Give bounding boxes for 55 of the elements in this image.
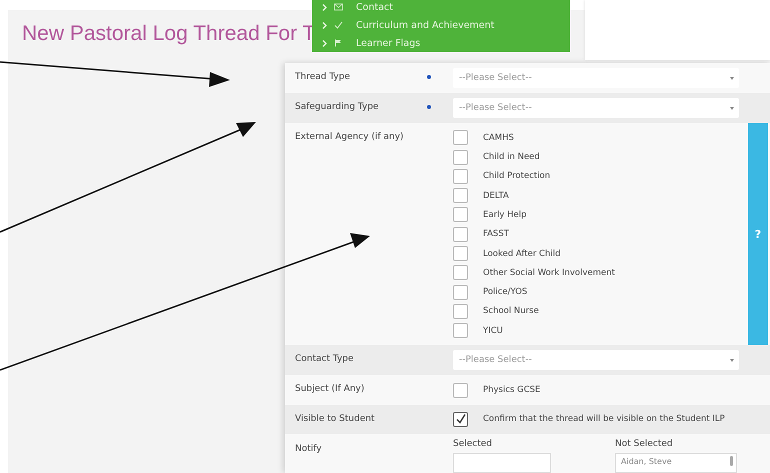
caret-icon: [730, 358, 734, 362]
select-field[interactable]: --Please Select--: [453, 98, 739, 118]
caret-icon: [730, 76, 734, 80]
checkbox[interactable]: [453, 246, 468, 262]
list-item[interactable]: Aidan, Steve: [621, 457, 731, 466]
scrollbar-thumb[interactable]: [730, 456, 733, 466]
chevron-icon: [322, 40, 327, 46]
option-label: Child in Need: [483, 152, 540, 162]
menu-item[interactable]: Learner Flags: [322, 34, 570, 52]
select-field[interactable]: --Please Select--: [453, 350, 739, 370]
checkbox[interactable]: [453, 265, 468, 280]
chevron-icon: [322, 22, 327, 28]
check-icon: [334, 21, 343, 29]
option-label: CAMHS: [483, 132, 514, 143]
checkbox[interactable]: [453, 150, 468, 165]
option-label: Early Help: [483, 210, 527, 220]
column-heading: Selected: [453, 438, 494, 451]
checkbox[interactable]: [453, 304, 468, 319]
option-label: Confirm that the thread will be visible on the Student ILP: [483, 414, 725, 424]
menu-item[interactable]: Contact: [322, 0, 570, 16]
caret-icon: [730, 106, 734, 110]
option-label: FASST: [483, 229, 509, 240]
chevron-icon: [322, 4, 327, 10]
option-label: Looked After Child: [483, 248, 560, 259]
option-label: School Nurse: [483, 306, 539, 316]
checkbox[interactable]: [453, 284, 468, 300]
envelope-icon: [334, 3, 343, 11]
checkbox[interactable]: [453, 226, 468, 242]
checkbox[interactable]: [453, 412, 468, 427]
menu-item[interactable]: Curriculum and Achievement: [322, 16, 570, 34]
field-label: External Agency (if any): [294, 131, 405, 144]
field-label: Visible to Student: [294, 412, 376, 426]
option-label: Police/YOS: [483, 287, 528, 298]
help-tab[interactable]: ?: [748, 123, 768, 346]
option-label: DELTA: [483, 190, 509, 201]
option-label: YICU: [483, 326, 503, 336]
checkbox[interactable]: [453, 323, 468, 338]
option-label: Physics GCSE: [483, 385, 540, 396]
checkbox[interactable]: [453, 130, 468, 146]
field-label: Subject (If Any): [294, 383, 366, 396]
selected-list[interactable]: [453, 453, 551, 473]
checkbox[interactable]: [453, 382, 468, 398]
field-label: Notify: [294, 443, 323, 456]
field-label: Safeguarding Type: [294, 101, 380, 114]
select-field[interactable]: --Please Select--: [453, 68, 739, 88]
option-label: Child Protection: [483, 171, 550, 182]
checkbox[interactable]: [453, 188, 468, 204]
field-label: Thread Type: [294, 71, 352, 84]
flag-icon: [334, 39, 343, 47]
checkbox[interactable]: [453, 168, 468, 184]
column-heading: Not Selected: [615, 438, 674, 451]
checkbox[interactable]: [453, 207, 468, 222]
option-label: Other Social Work Involvement: [483, 268, 615, 278]
field-label: Contact Type: [294, 353, 355, 366]
not-selected-list[interactable]: Aidan, Steve: [615, 453, 737, 473]
